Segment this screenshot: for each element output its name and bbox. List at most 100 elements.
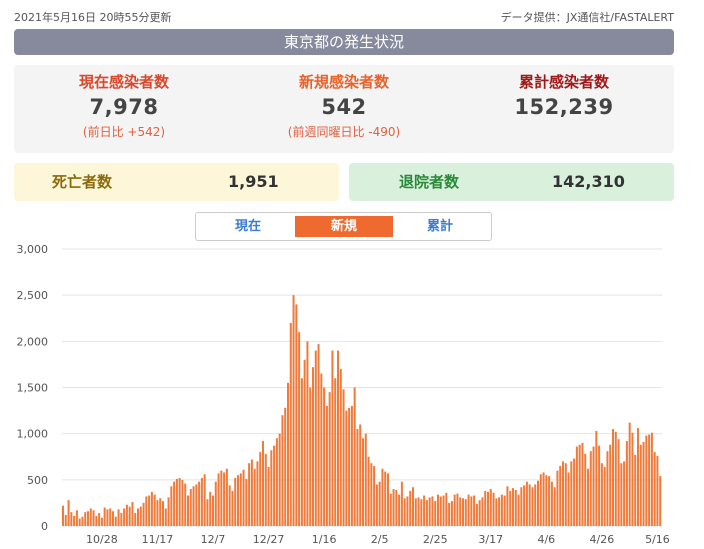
bar: [475, 503, 478, 526]
bar: [514, 489, 517, 526]
update-header: 2021年5月16日 20時55分更新 データ提供：JX通信社/FASTALER…: [14, 9, 674, 25]
bar: [584, 453, 587, 526]
bar: [403, 498, 406, 526]
bar: [309, 387, 312, 526]
y-tick-label: 1,500: [17, 382, 49, 395]
bar: [156, 500, 159, 526]
bar: [637, 428, 639, 526]
x-tick-label: 3/17: [478, 533, 503, 546]
recovered-label: 退院者数: [399, 173, 460, 191]
bar: [462, 498, 464, 526]
tab-current[interactable]: 現在: [199, 216, 297, 237]
stat-new-value: 542: [321, 95, 367, 119]
bar: [459, 497, 462, 526]
stat-total-label: 累計感染者数: [518, 73, 609, 91]
recovered-value: 142,310: [552, 172, 625, 191]
bar: [200, 477, 203, 526]
bar: [598, 445, 601, 526]
bar: [503, 495, 506, 526]
bar: [464, 499, 467, 526]
bar: [67, 500, 70, 526]
bar: [317, 344, 320, 526]
bar: [314, 350, 317, 526]
bar: [312, 367, 314, 526]
y-tick-label: 0: [41, 520, 48, 533]
bar: [228, 485, 231, 526]
stat-total-value: 152,239: [514, 95, 614, 119]
bar: [653, 452, 656, 526]
bar: [537, 480, 539, 526]
bar: [134, 513, 137, 526]
bar: [395, 489, 398, 526]
bar: [195, 484, 198, 526]
tab-new[interactable]: 新規: [295, 216, 393, 237]
deaths-label: 死亡者数: [52, 173, 113, 191]
bar: [278, 433, 281, 526]
x-tick-label: 4/26: [590, 533, 615, 546]
bar: [495, 498, 498, 526]
y-tick-label: 2,500: [17, 289, 49, 302]
bar: [606, 451, 609, 526]
bar: [273, 445, 276, 526]
bar: [364, 433, 367, 526]
bar: [556, 470, 559, 526]
bar: [378, 481, 381, 526]
bar: [634, 454, 637, 526]
bar: [425, 500, 428, 526]
bar: [92, 510, 95, 526]
bar: [453, 494, 456, 526]
bar: [570, 461, 573, 526]
bar: [87, 511, 89, 526]
stat-new-label: 新規感染者数: [298, 73, 389, 91]
bar: [128, 506, 131, 526]
bar: [562, 461, 564, 526]
bar: [198, 481, 201, 526]
bar: [587, 468, 589, 526]
bar: [467, 494, 470, 526]
bar: [617, 439, 620, 526]
data-source-credit: データ提供：JX通信社/FASTALERT: [500, 11, 674, 24]
bar: [620, 463, 623, 526]
bar: [487, 491, 489, 526]
bar: [256, 461, 259, 526]
bar: [348, 407, 351, 526]
bar: [659, 476, 662, 526]
bar: [328, 392, 331, 526]
y-tick-label: 500: [27, 474, 48, 487]
bar: [320, 373, 323, 526]
x-tick-label: 4/6: [537, 533, 555, 546]
bar: [239, 473, 242, 526]
bar: [75, 510, 78, 526]
bar: [567, 472, 570, 526]
bar: [559, 465, 562, 526]
bar: [387, 473, 389, 526]
bar: [642, 441, 645, 526]
stat-current-delta: (前日比 +542): [82, 125, 166, 139]
bar: [437, 494, 439, 526]
bar: [262, 441, 264, 526]
bar: [125, 504, 128, 526]
bar: [417, 497, 420, 526]
deaths-value: 1,951: [228, 172, 279, 191]
bar: [648, 434, 651, 526]
bar: [370, 463, 373, 526]
bar: [362, 438, 364, 526]
bar: [450, 501, 453, 526]
bar: [275, 438, 278, 526]
bar: [84, 512, 87, 526]
bar: [153, 494, 156, 526]
bar: [162, 501, 164, 526]
bar: [281, 415, 284, 526]
bar: [298, 332, 301, 526]
bar: [525, 481, 528, 526]
bar: [175, 478, 178, 526]
bar: [398, 494, 401, 526]
tab-total[interactable]: 累計: [391, 216, 489, 237]
bar: [412, 487, 414, 526]
bar: [95, 515, 98, 526]
bar: [575, 446, 578, 526]
bar: [623, 461, 626, 526]
bar: [531, 487, 534, 526]
bar: [542, 472, 545, 526]
bar: [98, 513, 101, 526]
